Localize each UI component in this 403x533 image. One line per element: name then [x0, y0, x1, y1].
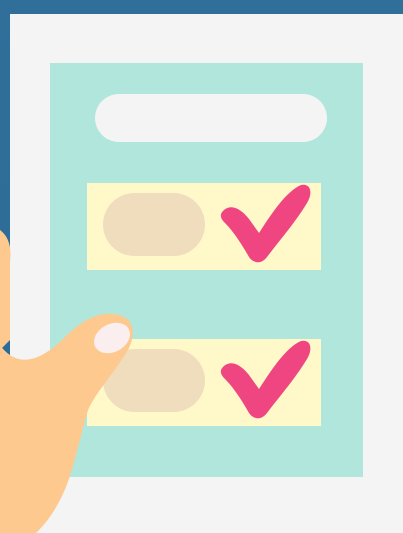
title-placeholder	[95, 94, 327, 142]
checkmark-icon	[220, 184, 311, 263]
checklist-item	[87, 183, 321, 270]
checklist-illustration	[0, 0, 403, 533]
item-text-placeholder	[103, 349, 205, 412]
item-text-placeholder	[103, 193, 205, 256]
checkmark-icon	[220, 340, 311, 419]
checklist-item	[87, 339, 321, 426]
